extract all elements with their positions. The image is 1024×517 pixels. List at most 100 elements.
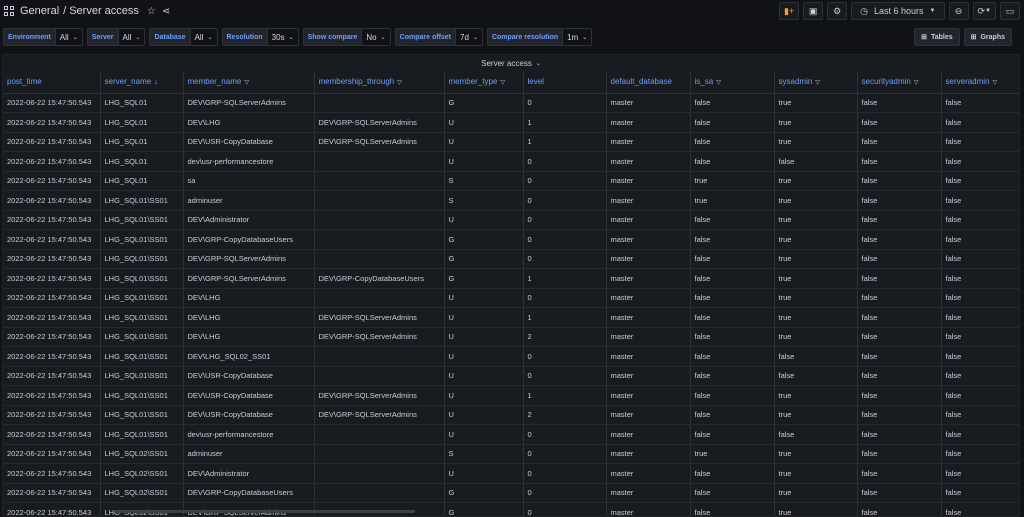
cell-is-sa: false — [690, 268, 775, 289]
cell-level: 0 — [523, 288, 607, 308]
cell-server-name: LHG_SQL01\SS01 — [100, 268, 184, 289]
column-header-securityadmin[interactable]: securityadmin ▽ — [857, 71, 942, 94]
cell-level: 0 — [523, 171, 607, 191]
variable-value: 1m — [567, 32, 579, 42]
save-dashboard-button[interactable]: ▣ — [803, 2, 824, 20]
variable-dropdown[interactable]: All ⌄ — [189, 28, 218, 46]
tv-mode-button[interactable]: ▭ — [1000, 2, 1020, 20]
table-row: 2022-06-22 15:47:50.543 LHG_SQL01\SS01 adm… — [3, 190, 1019, 211]
column-header-post-time[interactable]: post_time — [3, 71, 101, 94]
variable-dropdown[interactable]: All ⌄ — [117, 28, 146, 46]
breadcrumb-folder[interactable]: General — [20, 5, 59, 17]
variable-server[interactable]: Server All ⌄ — [86, 28, 146, 46]
variable-dropdown[interactable]: 30s ⌄ — [266, 28, 299, 46]
cell-member-name: DEV\GRP-SQLServerAdmins — [183, 93, 315, 113]
cell-level: 0 — [523, 346, 607, 367]
cell-post-time: 2022-06-22 15:47:50.543 — [3, 249, 101, 269]
column-header-label: default_database — [610, 77, 672, 87]
variable-dropdown[interactable]: All ⌄ — [54, 28, 83, 46]
chevron-down-icon: ▼ — [985, 8, 991, 14]
variable-dropdown[interactable]: 7d ⌄ — [455, 28, 483, 46]
table-row: 2022-06-22 15:47:50.543 LHG_SQL01\SS01 DEV… — [3, 346, 1019, 367]
cell-post-time: 2022-06-22 15:47:50.543 — [3, 268, 101, 289]
cell-default-database: master — [606, 132, 691, 152]
cell-server-name: LHG_SQL01\SS01 — [100, 405, 184, 425]
cell-level: 1 — [523, 132, 607, 152]
filter-icon[interactable]: ▽ — [914, 80, 919, 86]
cell-member-type: U — [444, 405, 524, 425]
column-header-is-sa[interactable]: is_sa ▽ — [690, 71, 775, 94]
filter-icon[interactable]: ▽ — [815, 80, 820, 86]
cell-membership-through: DEV\GRP-SQLServerAdmins — [314, 385, 445, 406]
dashboards-grid-icon[interactable] — [4, 6, 14, 16]
cell-securityadmin: false — [857, 151, 942, 172]
cell-post-time: 2022-06-22 15:47:50.543 — [3, 366, 101, 386]
cell-serveradmin: false — [941, 366, 1019, 386]
cell-member-type: G — [444, 249, 524, 269]
panel-title: Server access — [481, 58, 532, 68]
cell-level: 1 — [523, 385, 607, 406]
variable-dropdown[interactable]: No ⌄ — [361, 28, 391, 46]
sort-arrow-icon: ↓ — [154, 79, 158, 87]
share-icon[interactable]: ⋖ — [162, 6, 170, 17]
cell-is-sa: false — [690, 151, 775, 172]
cell-member-name: DEV\GRP-CopyDatabaseUsers — [183, 229, 315, 250]
chevron-down-icon: ⌄ — [472, 34, 478, 41]
table-row: 2022-06-22 15:47:50.543 LHG_SQL01 DEV\LHG D… — [3, 112, 1019, 133]
cell-member-type: G — [444, 268, 524, 289]
cell-membership-through — [314, 444, 445, 464]
cell-server-name: LHG_SQL01\SS01 — [100, 424, 184, 445]
cell-sysadmin: true — [774, 444, 858, 464]
filter-icon[interactable]: ▽ — [500, 80, 505, 86]
cell-post-time: 2022-06-22 15:47:50.543 — [3, 424, 101, 445]
variable-environment[interactable]: Environment All ⌄ — [3, 28, 83, 46]
column-header-label: server_name — [104, 77, 152, 87]
filter-icon[interactable]: ▽ — [397, 80, 402, 86]
variable-compare-resolution[interactable]: Compare resolution 1m ⌄ — [486, 28, 593, 46]
zoom-out-button[interactable]: ⊖ — [948, 2, 969, 20]
column-header-default-database[interactable]: default_database — [606, 71, 691, 94]
variable-dropdown[interactable]: 1m ⌄ — [562, 28, 593, 46]
variable-compare-offset[interactable]: Compare offset 7d ⌄ — [394, 28, 483, 46]
cell-post-time: 2022-06-22 15:47:50.543 — [3, 405, 101, 425]
horizontal-scrollbar[interactable] — [115, 510, 415, 513]
graphs-link[interactable]: ⊞ Graphs — [963, 28, 1012, 46]
refresh-button[interactable]: ⟳ ▼ — [972, 2, 996, 20]
cell-membership-through — [314, 463, 445, 484]
cell-member-name: DEV\LHG_SQL02_SS01 — [183, 346, 315, 367]
column-header-sysadmin[interactable]: sysadmin ▽ — [774, 71, 858, 94]
filter-icon[interactable]: ▽ — [993, 80, 998, 86]
cell-default-database: master — [606, 93, 691, 113]
variable-resolution[interactable]: Resolution 30s ⌄ — [221, 28, 299, 46]
filter-icon[interactable]: ▽ — [716, 80, 721, 86]
cell-serveradmin: false — [941, 385, 1019, 406]
star-icon[interactable]: ☆ — [147, 6, 156, 17]
save-icon: ▣ — [808, 5, 818, 16]
cell-level: 0 — [523, 502, 607, 516]
chevron-down-icon: ⌄ — [582, 34, 588, 41]
cell-default-database: master — [606, 249, 691, 269]
cell-member-name: DEV\LHG — [183, 307, 315, 328]
dashboard-navbar: General / Server access ☆ ⋖ ▮+ ▣ ⚙ ◷ Las… — [0, 0, 1024, 22]
column-header-membership-through[interactable]: membership_through ▽ — [314, 71, 445, 94]
column-header-serveradmin[interactable]: serveradmin ▽ — [941, 71, 1019, 94]
cell-securityadmin: false — [857, 268, 942, 289]
time-picker-button[interactable]: ◷ Last 6 hours ▼ — [851, 2, 945, 20]
variable-show-compare[interactable]: Show compare No ⌄ — [302, 28, 391, 46]
cell-securityadmin: false — [857, 112, 942, 133]
column-header-member-type[interactable]: member_type ▽ — [444, 71, 524, 94]
cell-securityadmin: false — [857, 483, 942, 503]
cell-member-name: sa — [183, 171, 315, 191]
dashboard-settings-button[interactable]: ⚙ — [827, 2, 848, 20]
column-header-server-name[interactable]: server_name ↓ — [100, 71, 184, 94]
add-panel-button[interactable]: ▮+ — [778, 2, 800, 20]
tables-link[interactable]: ⊞ Tables — [914, 28, 960, 46]
filter-icon[interactable]: ▽ — [244, 80, 249, 86]
column-header-member-name[interactable]: member_name ▽ — [183, 71, 315, 94]
variable-label: Compare offset — [394, 28, 456, 46]
dashboard-title[interactable]: Server access — [69, 5, 139, 17]
cell-member-type: U — [444, 132, 524, 152]
panel-header[interactable]: Server access ⌄ — [3, 55, 1019, 71]
column-header-level[interactable]: level — [523, 71, 607, 94]
variable-database[interactable]: Database All ⌄ — [149, 28, 218, 46]
